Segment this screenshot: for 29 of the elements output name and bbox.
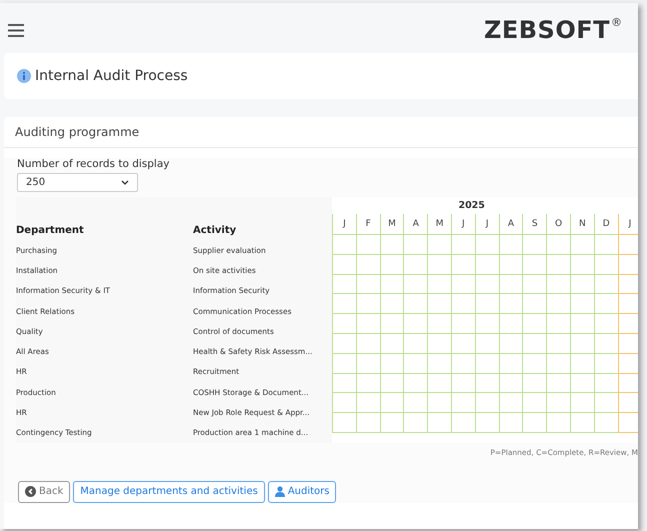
month-header: S xyxy=(523,214,546,235)
month-header: J xyxy=(452,214,475,235)
action-button[interactable]: Auditors xyxy=(268,480,336,503)
column-header: Department xyxy=(16,224,85,236)
action-button[interactable]: Manage departments and activities xyxy=(73,480,265,503)
month-header: D xyxy=(594,214,618,235)
month-header: N xyxy=(570,214,594,235)
registered-mark: ® xyxy=(611,16,622,29)
user-icon xyxy=(274,486,285,498)
records-label: Number of records to display xyxy=(17,158,170,170)
month-header: J xyxy=(476,214,499,235)
chevron-down-icon xyxy=(121,180,129,185)
column-header: Activity xyxy=(193,224,238,236)
month-header: M xyxy=(380,214,404,235)
page-title: Internal Audit Process xyxy=(35,68,188,84)
month-header: F xyxy=(356,214,380,235)
month-header: J xyxy=(618,214,638,235)
records-select[interactable]: 250 xyxy=(17,173,138,192)
action-button[interactable]: Back xyxy=(18,480,70,503)
month-header: A xyxy=(500,214,522,235)
month-header: A xyxy=(404,214,428,235)
info-icon xyxy=(17,69,31,83)
month-header: M xyxy=(428,214,451,235)
menu-icon[interactable] xyxy=(8,24,24,37)
month-header: J xyxy=(333,214,356,235)
logo-text: ZEBSOFT xyxy=(484,16,610,44)
year-label: 2025 xyxy=(458,200,485,211)
month-header: O xyxy=(547,214,570,235)
section-title: Auditing programme xyxy=(15,125,140,139)
